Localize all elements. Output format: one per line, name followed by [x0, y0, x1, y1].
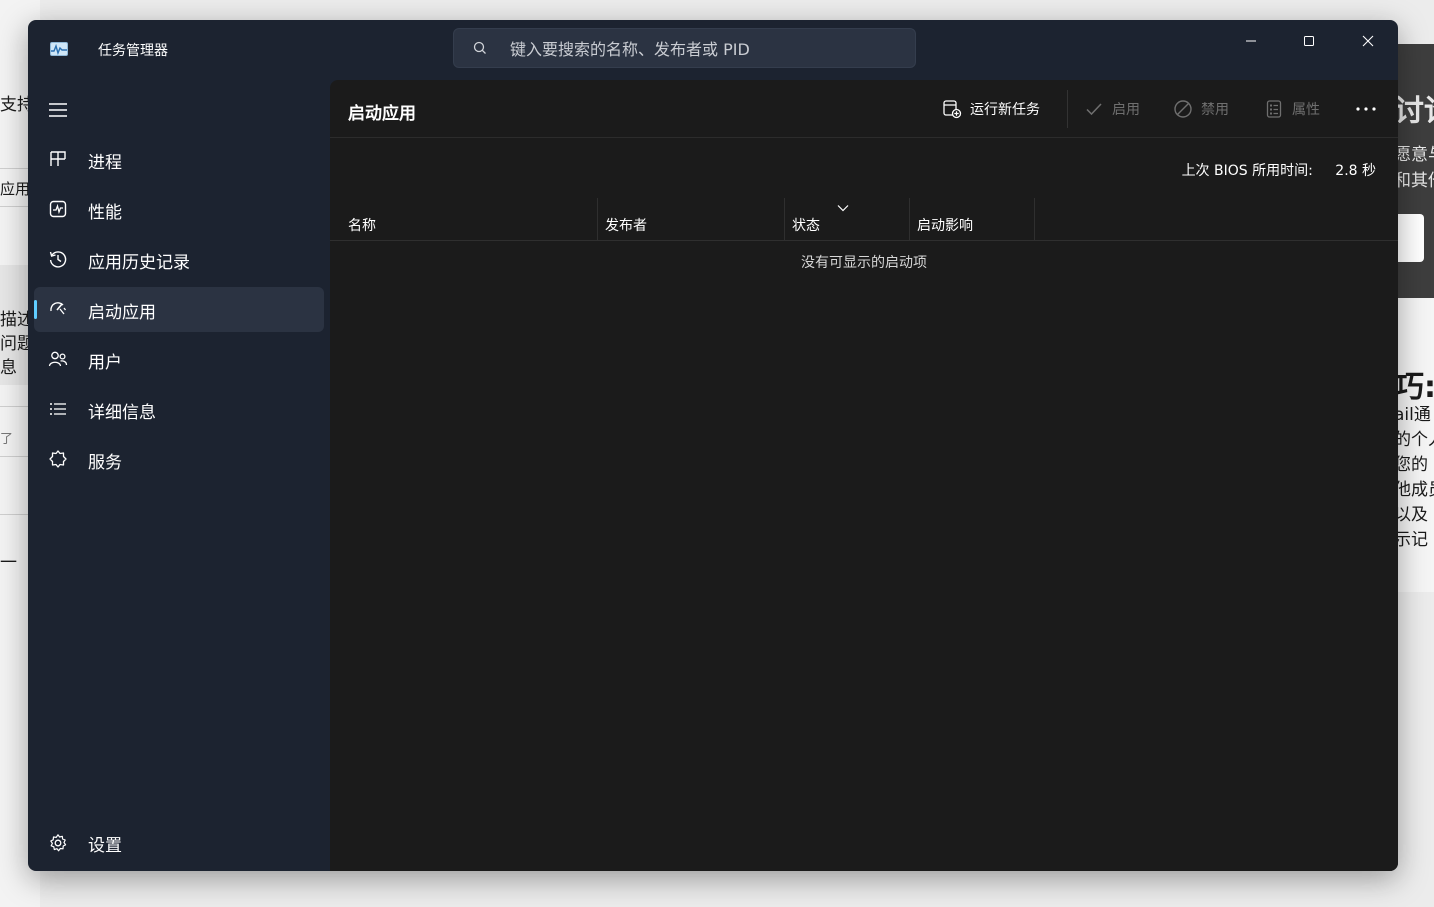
settings-label: 设置: [88, 836, 122, 856]
background-text: 了: [0, 432, 14, 447]
sidebar-item-app-history[interactable]: 应用历史记录: [34, 237, 324, 282]
close-button[interactable]: [1345, 26, 1391, 56]
background-text: 一: [0, 553, 17, 573]
background-text: 讨论: [1394, 94, 1434, 129]
background-text: 他成员: [1394, 480, 1434, 500]
sidebar-item-processes[interactable]: 进程: [34, 137, 324, 182]
sidebar-item-performance[interactable]: 性能: [34, 187, 324, 232]
users-icon: [48, 351, 68, 367]
sidebar-nav: 进程 性能 应用历史记录 启动应用 用户 详细信息 服务: [34, 137, 324, 487]
column-header-label: 发布者: [605, 218, 647, 234]
background-text: 和其他: [1394, 171, 1434, 191]
task-manager-window: 任务管理器 键入要搜索的名称、发布者或 PID 进程 性能 应用历史记录 启动应…: [28, 20, 1398, 871]
title-bar[interactable]: 任务管理器: [28, 20, 1398, 80]
chevron-down-icon: [837, 205, 849, 212]
background-text: 的个人: [1394, 430, 1434, 450]
properties-label: 属性: [1292, 102, 1320, 118]
startup-icon: [50, 302, 67, 315]
search-icon: [473, 41, 486, 54]
selection-indicator: [34, 300, 37, 319]
bios-time-label: 上次 BIOS 所用时间:: [1181, 163, 1313, 179]
enable-button[interactable]: 启用: [1084, 97, 1140, 121]
more-icon: [1356, 107, 1376, 111]
more-options-button[interactable]: [1354, 97, 1386, 121]
background-text: 息: [0, 358, 17, 378]
minimize-icon: [1246, 40, 1256, 42]
background-text: 您的: [1394, 455, 1428, 475]
sidebar-item-label: 性能: [88, 203, 122, 223]
column-header-startup-impact[interactable]: 启动影响: [910, 198, 1035, 241]
enable-label: 启用: [1112, 102, 1140, 118]
sidebar-item-details[interactable]: 详细信息: [34, 387, 324, 432]
sidebar-item-label: 应用历史记录: [88, 253, 190, 273]
history-icon: [49, 251, 67, 268]
properties-icon: [1266, 100, 1282, 118]
task-manager-app-icon: [50, 42, 68, 56]
performance-icon: [49, 200, 67, 218]
page-title: 启动应用: [348, 104, 416, 124]
background-text: ail通: [1394, 405, 1431, 425]
empty-state-message: 没有可显示的启动项: [801, 255, 927, 271]
disable-label: 禁用: [1201, 102, 1229, 118]
column-header-name[interactable]: 名称: [341, 198, 598, 241]
close-icon: [1362, 35, 1374, 47]
column-header-status[interactable]: 状态: [785, 198, 910, 241]
bios-time-value: 2.8 秒: [1335, 163, 1376, 179]
gear-icon: [50, 834, 67, 852]
background-text: 以及: [1394, 505, 1428, 525]
bios-time: 上次 BIOS 所用时间: 2.8 秒: [1182, 160, 1376, 180]
sidebar-item-label: 详细信息: [88, 403, 156, 423]
sidebar-item-label: 服务: [88, 453, 122, 473]
background-text: 应用: [0, 180, 31, 198]
desktop: 支持 应用 描述 问题 息 了 一 讨论 愿意与 和其他 巧: ail通 的个人…: [0, 0, 1434, 907]
startup-apps-page: 启动应用 运行新任务 启用 禁用 属性 上次 BIOS 所用时间: 2.8 秒 …: [330, 80, 1398, 871]
sidebar-item-label: 用户: [88, 353, 122, 373]
minimize-button[interactable]: [1228, 26, 1274, 56]
run-new-task-label: 运行新任务: [970, 102, 1040, 118]
background-text: 示记: [1394, 530, 1428, 550]
column-header-label: 状态: [792, 218, 820, 234]
block-icon: [1174, 100, 1192, 118]
column-header-publisher[interactable]: 发布者: [598, 198, 785, 241]
column-header-label: 名称: [348, 218, 376, 234]
checkmark-icon: [1086, 103, 1102, 116]
table-header: 名称 发布者 状态 启动影响: [330, 198, 1398, 241]
disable-button[interactable]: 禁用: [1173, 97, 1229, 121]
column-divider[interactable]: [1034, 198, 1035, 241]
sidebar-item-startup-apps[interactable]: 启动应用: [34, 287, 324, 332]
sidebar-item-label: 进程: [88, 153, 122, 173]
processes-icon: [50, 151, 66, 166]
run-new-task-icon: [943, 100, 962, 119]
run-new-task-button[interactable]: 运行新任务: [942, 97, 1040, 121]
maximize-icon: [1304, 36, 1314, 46]
sidebar-item-settings[interactable]: 设置: [34, 820, 324, 865]
details-icon: [50, 403, 66, 415]
sidebar-item-services[interactable]: 服务: [34, 437, 324, 482]
search-input[interactable]: [510, 37, 900, 61]
sidebar-item-label: 启动应用: [88, 303, 156, 323]
header-divider: [330, 137, 1398, 138]
maximize-button[interactable]: [1286, 26, 1332, 56]
background-text: 愿意与: [1394, 145, 1434, 165]
sidebar-item-users[interactable]: 用户: [34, 337, 324, 382]
column-header-label: 启动影响: [917, 218, 973, 234]
hamburger-menu-icon[interactable]: [46, 98, 70, 122]
window-title: 任务管理器: [98, 43, 168, 59]
command-separator: [1067, 90, 1068, 128]
services-icon: [49, 450, 67, 468]
properties-button[interactable]: 属性: [1264, 97, 1320, 121]
search-box[interactable]: [453, 28, 916, 68]
